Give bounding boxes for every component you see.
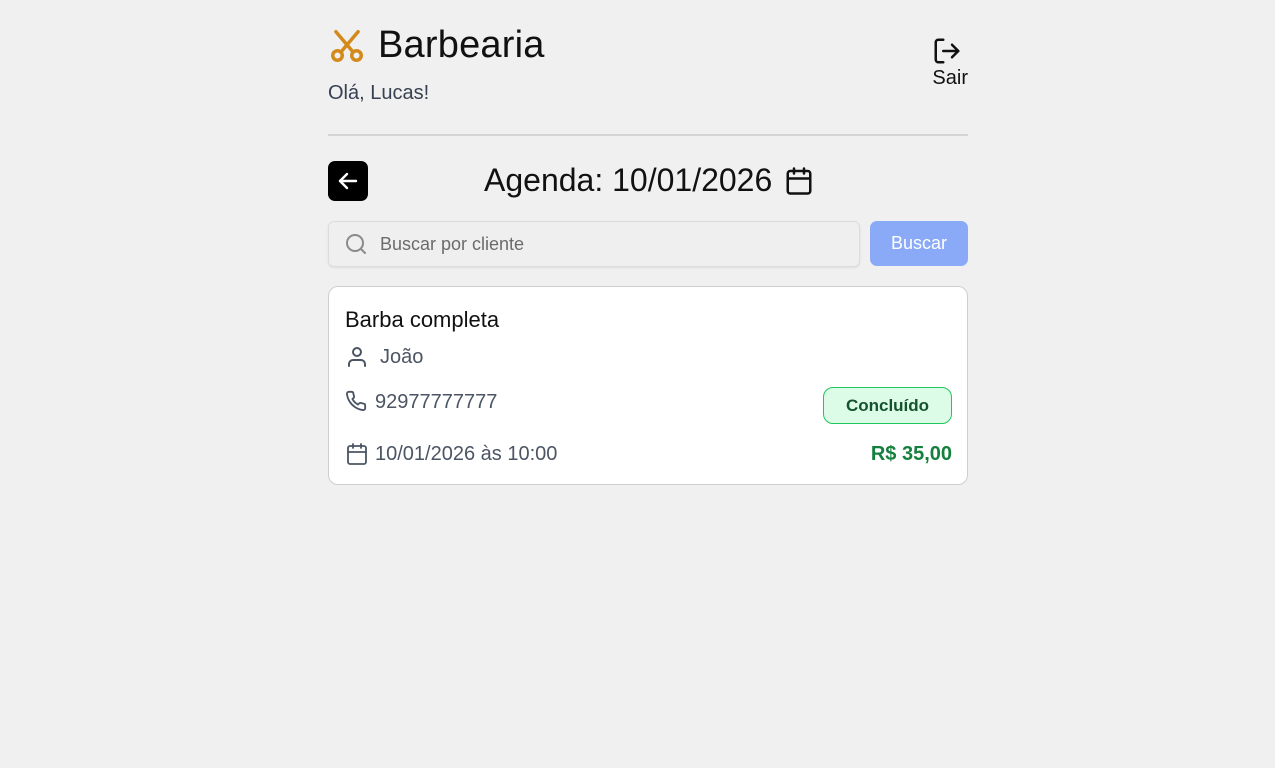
calendar-icon [345,442,369,466]
service-name: Barba completa [345,307,500,332]
back-button[interactable] [328,161,368,201]
logout-icon [932,36,962,66]
appointment-price: R$ 35,00 [870,443,952,465]
logout-label: Sair [932,67,968,89]
agenda-title: Agenda: 10/01/2026 [484,162,814,199]
app-title: Barbearia [378,24,545,66]
arrow-left-icon [336,169,360,193]
scissors-icon [328,27,366,65]
client-name: João [380,345,424,368]
page-container: Barbearia Olá, Lucas! Sair Agenda: 10/01… [328,0,968,284]
agenda-header: Agenda: 10/01/2026 [328,136,968,218]
search-input[interactable] [380,233,850,255]
search-bar: Buscar [328,218,968,284]
user-icon [345,345,369,369]
appointment-datetime: 10/01/2026 às 10:00 [375,442,558,465]
client-row: João [345,345,423,369]
status-badge: Concluído [823,387,952,424]
search-field [328,221,860,267]
search-button[interactable]: Buscar [870,221,968,266]
phone-icon [345,390,369,414]
appointment-card[interactable]: Barba completa João 92977777777 Concluíd… [328,286,968,485]
client-phone: 92977777777 [375,390,498,413]
greeting-text: Olá, Lucas! [328,82,430,104]
search-icon [344,232,368,256]
brand: Barbearia [328,24,545,67]
app-header: Barbearia Olá, Lucas! Sair [328,0,968,136]
logout-button[interactable]: Sair [932,36,968,90]
phone-row: 92977777777 [345,390,497,414]
datetime-row: 10/01/2026 às 10:00 [345,442,557,466]
agenda-date-label: Agenda: 10/01/2026 [484,162,773,198]
calendar-icon[interactable] [784,166,814,196]
